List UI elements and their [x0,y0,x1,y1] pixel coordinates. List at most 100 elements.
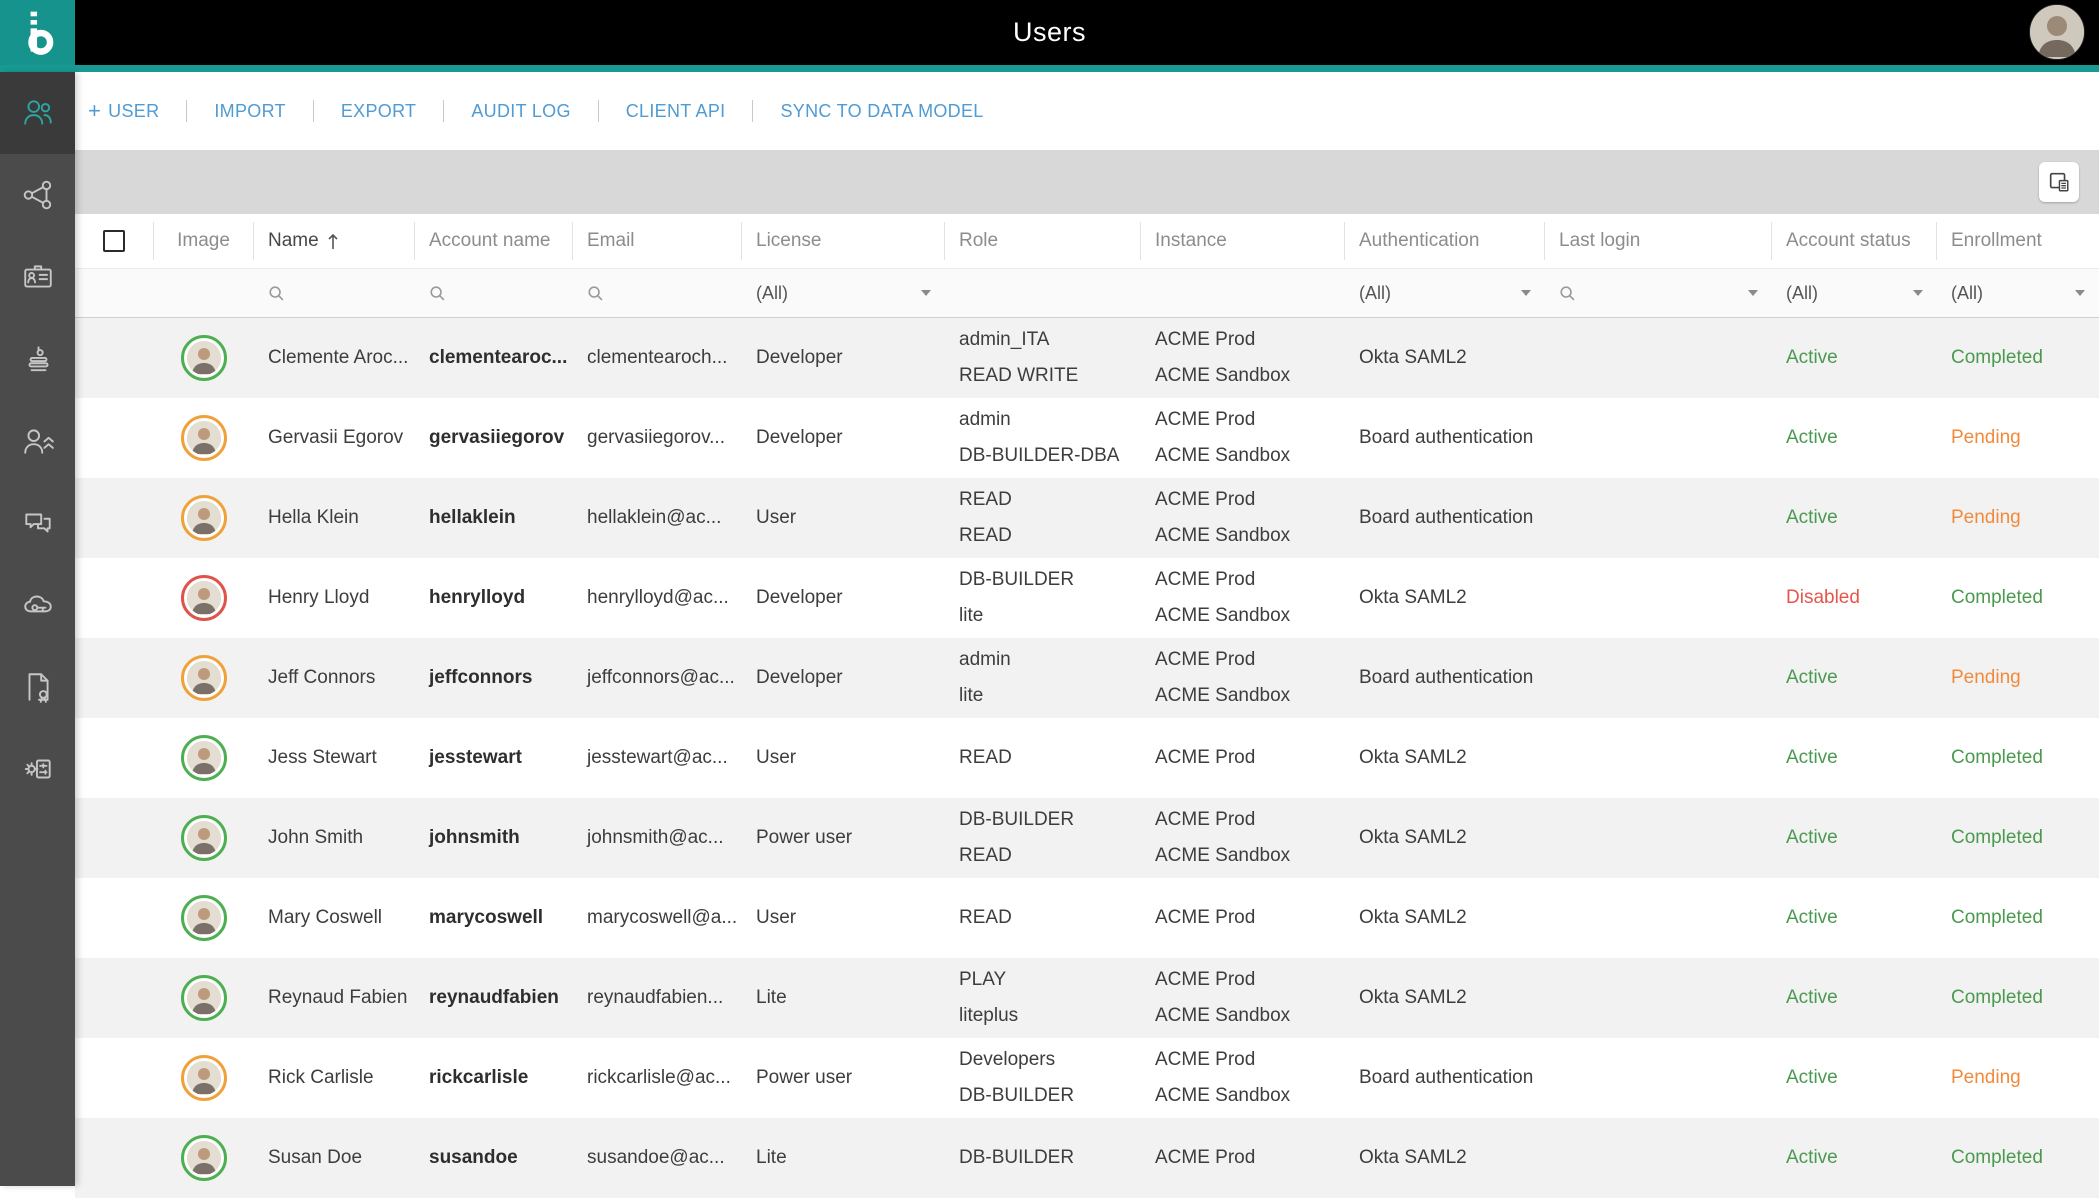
avatar-photo-icon [187,901,221,935]
chevron-down-icon [921,290,931,296]
table-row[interactable]: Clemente Aroc...clementearoc...clementea… [75,318,2099,398]
account-name-text: jesstewart [429,747,522,768]
image-cell [154,495,254,541]
avatar [181,495,227,541]
add-user-button[interactable]: + USER [88,101,186,122]
role-line: Developers [959,1049,1141,1071]
avatar [181,1135,227,1181]
sidebar-item-id-card[interactable] [0,236,75,318]
account-name-text: johnsmith [429,827,520,848]
table-row[interactable]: Reynaud Fabienreynaudfabienreynaudfabien… [75,958,2099,1038]
instance-cell: ACME Prod [1141,1147,1345,1169]
role-line: liteplus [959,1005,1141,1027]
instance-cell: ACME Prod [1141,747,1345,769]
instance-cell: ACME ProdACME Sandbox [1141,809,1345,867]
role-line: lite [959,605,1141,627]
sidebar-item-chat[interactable] [0,482,75,564]
user-avatar[interactable] [2029,4,2085,60]
sync-data-model-button[interactable]: SYNC TO DATA MODEL [753,101,1010,122]
role-cell: DevelopersDB-BUILDER [945,1049,1141,1107]
column-header-last-login[interactable]: Last login [1545,222,1772,260]
column-chooser-button[interactable] [2039,162,2079,202]
sidebar-item-user-levels[interactable] [0,400,75,482]
filter-enrollment-select[interactable]: (All) [1937,269,2099,317]
export-button[interactable]: EXPORT [314,101,444,122]
enrollment-badge: Pending [1937,427,2099,449]
table-row[interactable]: Jess Stewartjesstewartjesstewart@ac...Us… [75,718,2099,798]
instance-line: ACME Sandbox [1155,365,1345,387]
column-header-instance[interactable]: Instance [1141,222,1345,260]
license-cell: Developer [742,427,945,449]
sidebar-item-cloud-key[interactable] [0,564,75,646]
table-row[interactable]: Jeff Connorsjeffconnorsjeffconnors@ac...… [75,638,2099,718]
email-cell: jeffconnors@ac... [573,667,742,689]
column-header-account-name[interactable]: Account name [415,222,573,260]
chat-icon [21,506,55,540]
role-line: DB-BUILDER [959,809,1141,831]
column-header-role[interactable]: Role [945,222,1141,260]
sidebar-item-users[interactable] [0,72,75,154]
account-name-cell: susandoe [415,1147,573,1169]
table-row[interactable]: John Smithjohnsmithjohnsmith@ac...Power … [75,798,2099,878]
instance-line: ACME Prod [1155,907,1345,929]
authentication-cell: Okta SAML2 [1345,987,1545,1009]
filter-account-name[interactable] [415,269,573,317]
email-cell: jesstewart@ac... [573,747,742,769]
table-row[interactable]: Susan Doesusandoesusandoe@ac...LiteDB-BU… [75,1118,2099,1198]
column-header-image[interactable]: Image [154,222,254,260]
avatar [181,975,227,1021]
account-status-badge: Active [1772,987,1937,1009]
table-row[interactable]: Henry Lloydhenrylloydhenrylloyd@ac...Dev… [75,558,2099,638]
filter-account-status-select[interactable]: (All) [1772,269,1937,317]
account-status-badge: Active [1772,907,1937,929]
license-cell: User [742,507,945,529]
authentication-cell: Board authentication [1345,507,1545,529]
client-api-button[interactable]: CLIENT API [599,101,753,122]
image-cell [154,975,254,1021]
name-cell: Rick Carlisle [254,1067,415,1089]
role-line: READ [959,845,1141,867]
role-line: admin [959,649,1141,671]
sidebar-item-data-layers[interactable] [0,318,75,400]
account-status-badge: Active [1772,427,1937,449]
board-logo[interactable] [0,0,75,65]
account-name-cell: henrylloyd [415,587,573,609]
settings-panel-icon [21,752,55,786]
filter-license-select[interactable]: (All) [742,269,945,317]
authentication-cell: Board authentication [1345,1067,1545,1089]
audit-log-button[interactable]: AUDIT LOG [444,101,597,122]
authentication-cell: Okta SAML2 [1345,827,1545,849]
table-row[interactable]: Hella Kleinhellakleinhellaklein@ac...Use… [75,478,2099,558]
license-cell: User [742,907,945,929]
filter-name[interactable] [254,269,415,317]
column-header-email[interactable]: Email [573,222,742,260]
role-cell: READ [945,907,1141,929]
image-cell [154,815,254,861]
account-name-cell: rickcarlisle [415,1067,573,1089]
account-name-text: hellaklein [429,507,516,528]
sidebar-item-settings[interactable] [0,728,75,810]
filter-last-login[interactable] [1545,269,1772,317]
column-header-name[interactable]: Name [254,222,415,260]
import-button[interactable]: IMPORT [187,101,312,122]
action-toolbar: + USER IMPORT EXPORT AUDIT LOG CLIENT AP… [75,72,2099,150]
table-top-band [75,150,2099,214]
account-status-badge: Active [1772,347,1937,369]
column-header-license[interactable]: License [742,222,945,260]
role-cell: READ [945,747,1141,769]
account-name-text: susandoe [429,1147,518,1168]
column-header-account-status[interactable]: Account status [1772,222,1937,260]
search-icon [429,285,446,302]
filter-email[interactable] [573,269,742,317]
sort-ascending-icon [327,233,339,250]
table-row[interactable]: Rick Carlislerickcarlislerickcarlisle@ac… [75,1038,2099,1118]
table-row[interactable]: Mary Coswellmarycoswellmarycoswell@a...U… [75,878,2099,958]
select-all-checkbox[interactable] [103,230,125,252]
role-cell: adminDB-BUILDER-DBA [945,409,1141,467]
sidebar-item-share[interactable] [0,154,75,236]
table-row[interactable]: Gervasii Egorovgervasiiegorovgervasiiego… [75,398,2099,478]
column-header-enrollment[interactable]: Enrollment [1937,222,2099,260]
column-header-authentication[interactable]: Authentication [1345,222,1545,260]
filter-authentication-select[interactable]: (All) [1345,269,1545,317]
sidebar-item-certificate[interactable] [0,646,75,728]
